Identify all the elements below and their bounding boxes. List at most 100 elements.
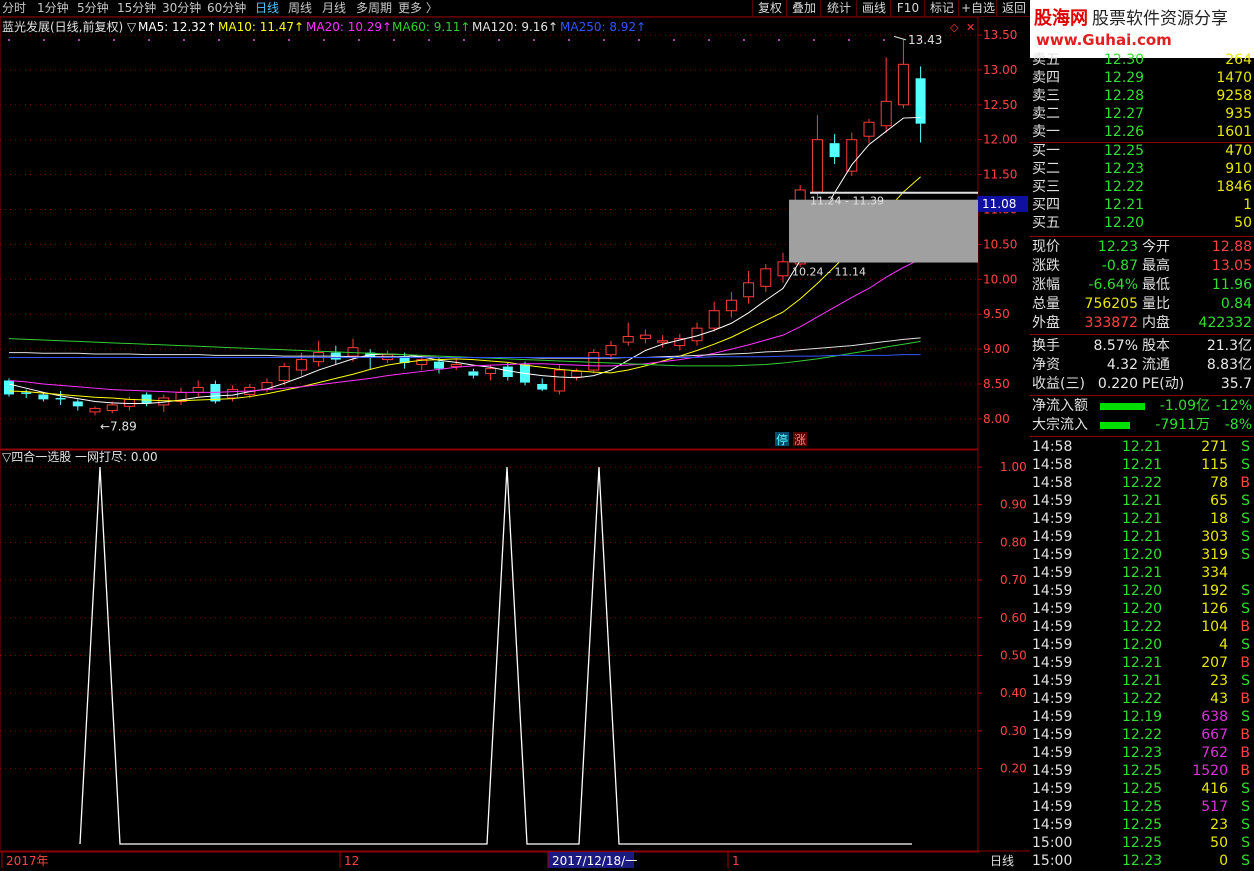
sell-level-2: 卖二 12.27 935 bbox=[1030, 105, 1254, 124]
tick-volume: 192 bbox=[1201, 583, 1228, 599]
tick-price: 12.20 bbox=[1122, 583, 1163, 599]
period-tab-9[interactable]: 多周期 bbox=[356, 0, 392, 16]
buy-level-3: 买三 12.22 1846 bbox=[1030, 178, 1254, 197]
buy-price: 12.21 bbox=[1104, 197, 1145, 213]
candle-body-50 bbox=[863, 121, 875, 137]
period-tab-8[interactable]: 月线 bbox=[322, 0, 346, 16]
signal-dot-34 bbox=[603, 39, 605, 41]
tick-volume: 78 bbox=[1210, 475, 1228, 491]
period-tab-6[interactable]: 日线 bbox=[255, 0, 279, 16]
sell-level-1: 卖一 12.26 1601 bbox=[1030, 123, 1254, 142]
tick-price: 12.21 bbox=[1122, 655, 1163, 671]
quote-row-1: 涨跌 -0.87 最高 13.05 bbox=[1030, 257, 1254, 276]
buy-label: 买一 bbox=[1032, 143, 1060, 159]
period-tab-0[interactable]: 分时 bbox=[2, 0, 26, 16]
candle-body-1 bbox=[21, 392, 32, 394]
tick-volume: 334 bbox=[1201, 565, 1228, 581]
quote-key: 外盘 bbox=[1032, 315, 1060, 331]
flow-pct: -12% bbox=[1215, 398, 1252, 414]
toolbar-button-7[interactable]: 返回 bbox=[996, 0, 1031, 16]
quote-key: 换手 bbox=[1032, 338, 1060, 354]
signal-dot-28 bbox=[498, 39, 500, 41]
tick-direction: S bbox=[1241, 835, 1250, 851]
signal-dot-16 bbox=[288, 39, 290, 41]
ytick-label-8: 9.50 bbox=[983, 307, 1010, 321]
ytick-label-11: 8.00 bbox=[983, 412, 1010, 426]
candle-body-47 bbox=[811, 139, 823, 193]
flow-bar bbox=[1100, 422, 1130, 429]
signal-dot-14 bbox=[253, 39, 255, 41]
candle-body-27 bbox=[468, 371, 479, 376]
candle-body-41 bbox=[708, 310, 720, 329]
chart-title: 蓝光发展(日线,前复权) ▽ bbox=[2, 19, 137, 34]
tick-time: 14:59 bbox=[1032, 547, 1073, 563]
ytick-label-0: 13.50 bbox=[983, 28, 1017, 42]
tick-time: 14:58 bbox=[1032, 439, 1073, 455]
sub-panel-frame bbox=[0, 449, 979, 853]
tick-direction: B bbox=[1240, 691, 1250, 707]
buy-level-2: 买二 12.23 910 bbox=[1030, 160, 1254, 179]
signal-dot-2 bbox=[43, 39, 45, 41]
tick-row-5: 14:59 12.21 303 S bbox=[1030, 528, 1254, 547]
ytick-label-4: 11.50 bbox=[983, 168, 1017, 182]
tick-direction: B bbox=[1240, 655, 1250, 671]
candle-body-34 bbox=[588, 352, 600, 371]
period-tab-3[interactable]: 15分钟 bbox=[117, 0, 156, 16]
toolbar-button-4[interactable]: F10 bbox=[890, 0, 925, 16]
tick-volume: 517 bbox=[1201, 799, 1228, 815]
sub-ytick-label-2: 0.80 bbox=[1000, 535, 1027, 549]
flow-value: -1.09亿 bbox=[1159, 398, 1210, 414]
period-tab-2[interactable]: 5分钟 bbox=[77, 0, 109, 16]
toolbar-button-6[interactable]: +自选 bbox=[958, 0, 997, 16]
candle-body-32 bbox=[553, 369, 565, 392]
tick-price: 12.19 bbox=[1122, 709, 1163, 725]
tick-price: 12.25 bbox=[1122, 799, 1163, 815]
quote-value-2: 35.7 bbox=[1220, 376, 1252, 392]
tick-time: 15:00 bbox=[1032, 853, 1073, 869]
candle-body-44 bbox=[760, 268, 772, 287]
toolbar-button-1[interactable]: 叠加 bbox=[786, 0, 821, 16]
tick-volume: 271 bbox=[1201, 439, 1228, 455]
tick-direction: B bbox=[1240, 475, 1250, 491]
period-tab-5[interactable]: 60分钟 bbox=[207, 0, 246, 16]
flow-label: 净流入额 bbox=[1032, 398, 1088, 414]
period-tab-4[interactable]: 30分钟 bbox=[162, 0, 201, 16]
sell-price: 12.29 bbox=[1104, 70, 1145, 86]
kline-chart[interactable]: 蓝光发展(日线,前复权) ▽ MA5: 12.32↑ MA10: 11.47↑ MA2… bbox=[0, 17, 1030, 869]
tick-time: 14:59 bbox=[1032, 745, 1073, 761]
tick-price: 12.21 bbox=[1122, 565, 1163, 581]
period-tab-1[interactable]: 1分钟 bbox=[37, 0, 69, 16]
signal-dot-48 bbox=[848, 39, 850, 41]
quote-value: 756205 bbox=[1084, 296, 1138, 312]
tick-row-23: 15:00 12.23 0 S bbox=[1030, 852, 1254, 871]
tick-price: 12.20 bbox=[1122, 547, 1163, 563]
signal-dot-4 bbox=[78, 39, 80, 41]
tick-price: 12.25 bbox=[1122, 817, 1163, 833]
sell-volume: 1601 bbox=[1216, 124, 1252, 140]
quote-panel: 卖五 12.30 264 卖四 12.29 1470 卖三 12.28 9258 卖二 12.27 9… bbox=[1030, 52, 1254, 871]
toolbar-button-5[interactable]: 标记 bbox=[924, 0, 959, 16]
tick-row-2: 14:58 12.22 78 B bbox=[1030, 474, 1254, 493]
toolbar-button-3[interactable]: 画线 bbox=[856, 0, 891, 16]
quote-value-2: 0.84 bbox=[1220, 296, 1252, 312]
quote-key: 收益(三) bbox=[1032, 376, 1085, 392]
sell-level-5: 卖五 12.30 264 bbox=[1030, 51, 1254, 70]
period-tab-10[interactable]: 更多 〉 bbox=[398, 0, 438, 16]
signal-dot-22 bbox=[393, 39, 395, 41]
logo-brand: 股海网 bbox=[1034, 8, 1088, 29]
signal-dot-46 bbox=[813, 39, 815, 41]
toolbar-button-0[interactable]: 复权 bbox=[752, 0, 787, 16]
quote-row-2: 涨幅 -6.64% 最低 11.96 bbox=[1030, 276, 1254, 295]
quote-key: 现价 bbox=[1032, 239, 1060, 255]
sub-ytick-label-3: 0.70 bbox=[1000, 573, 1027, 587]
candle-body-42 bbox=[725, 299, 737, 312]
tick-price: 12.25 bbox=[1122, 763, 1163, 779]
toolbar-button-2[interactable]: 统计 bbox=[820, 0, 857, 16]
ma-line-MA60 bbox=[8, 338, 921, 367]
tick-direction: S bbox=[1241, 853, 1250, 869]
tick-row-14: 14:59 12.22 43 B bbox=[1030, 690, 1254, 709]
buy-label: 买五 bbox=[1032, 215, 1060, 231]
tick-direction: S bbox=[1241, 457, 1250, 473]
guhai-logo: 股海网 股票软件资源分享 www.Guhai.com bbox=[1030, 0, 1254, 58]
period-tab-7[interactable]: 周线 bbox=[288, 0, 312, 16]
